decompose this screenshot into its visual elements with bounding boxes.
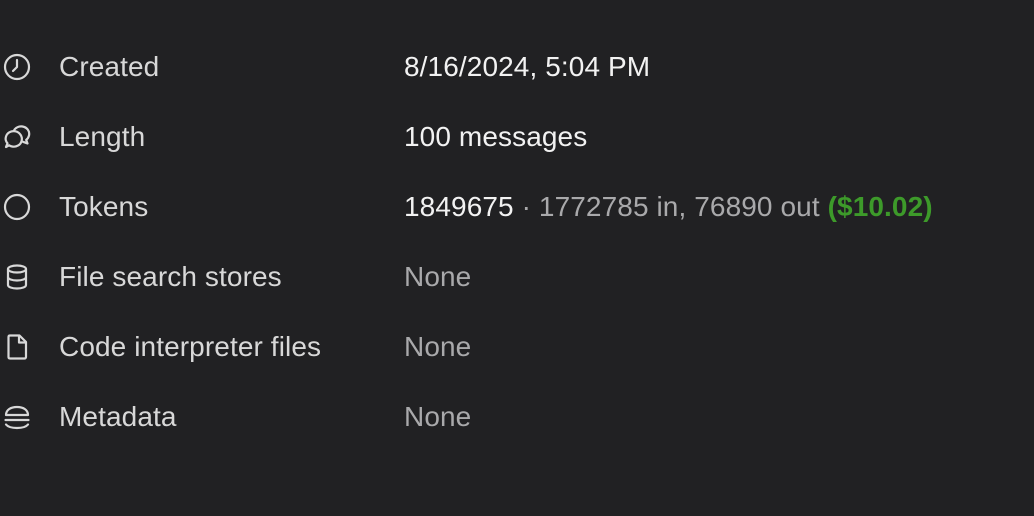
detail-row-metadata: Metadata None [0,382,1034,452]
detail-value: None [404,331,472,362]
tokens-breakdown: 1772785 in, 76890 out [538,191,820,222]
detail-label: Tokens [59,191,149,222]
detail-label: Code interpreter files [59,331,322,362]
detail-row-length: Length 100 messages [0,102,1034,172]
detail-row-created: Created 8/16/2024, 5:04 PM [0,32,1034,102]
chat-bubbles-icon [2,121,36,153]
thread-details-panel: Created 8/16/2024, 5:04 PM Length 100 me… [0,32,1034,452]
detail-row-tokens: Tokens 1849675 · 1772785 in, 76890 out (… [0,172,1034,242]
detail-row-file-search-stores: File search stores None [0,242,1034,312]
detail-value: 100 messages [404,121,588,152]
detail-label: Metadata [59,401,177,432]
detail-value: None [404,261,472,292]
detail-value: 8/16/2024, 5:04 PM [404,51,651,82]
tokens-total: 1849675 [404,191,514,222]
detail-label: File search stores [59,261,282,292]
tokens-cost: ($10.02) [827,191,933,222]
database-icon [2,261,36,293]
clock-icon [2,51,36,83]
file-icon [2,331,36,363]
detail-label: Created [59,51,160,82]
tokens-value: 1849675 · 1772785 in, 76890 out ($10.02) [404,191,933,223]
tokens-separator: · [513,191,539,222]
detail-value: None [404,401,472,432]
detail-row-code-interpreter-files: Code interpreter files None [0,312,1034,382]
stack-icon [2,401,36,433]
circle-icon [2,191,36,223]
detail-label: Length [59,121,146,152]
